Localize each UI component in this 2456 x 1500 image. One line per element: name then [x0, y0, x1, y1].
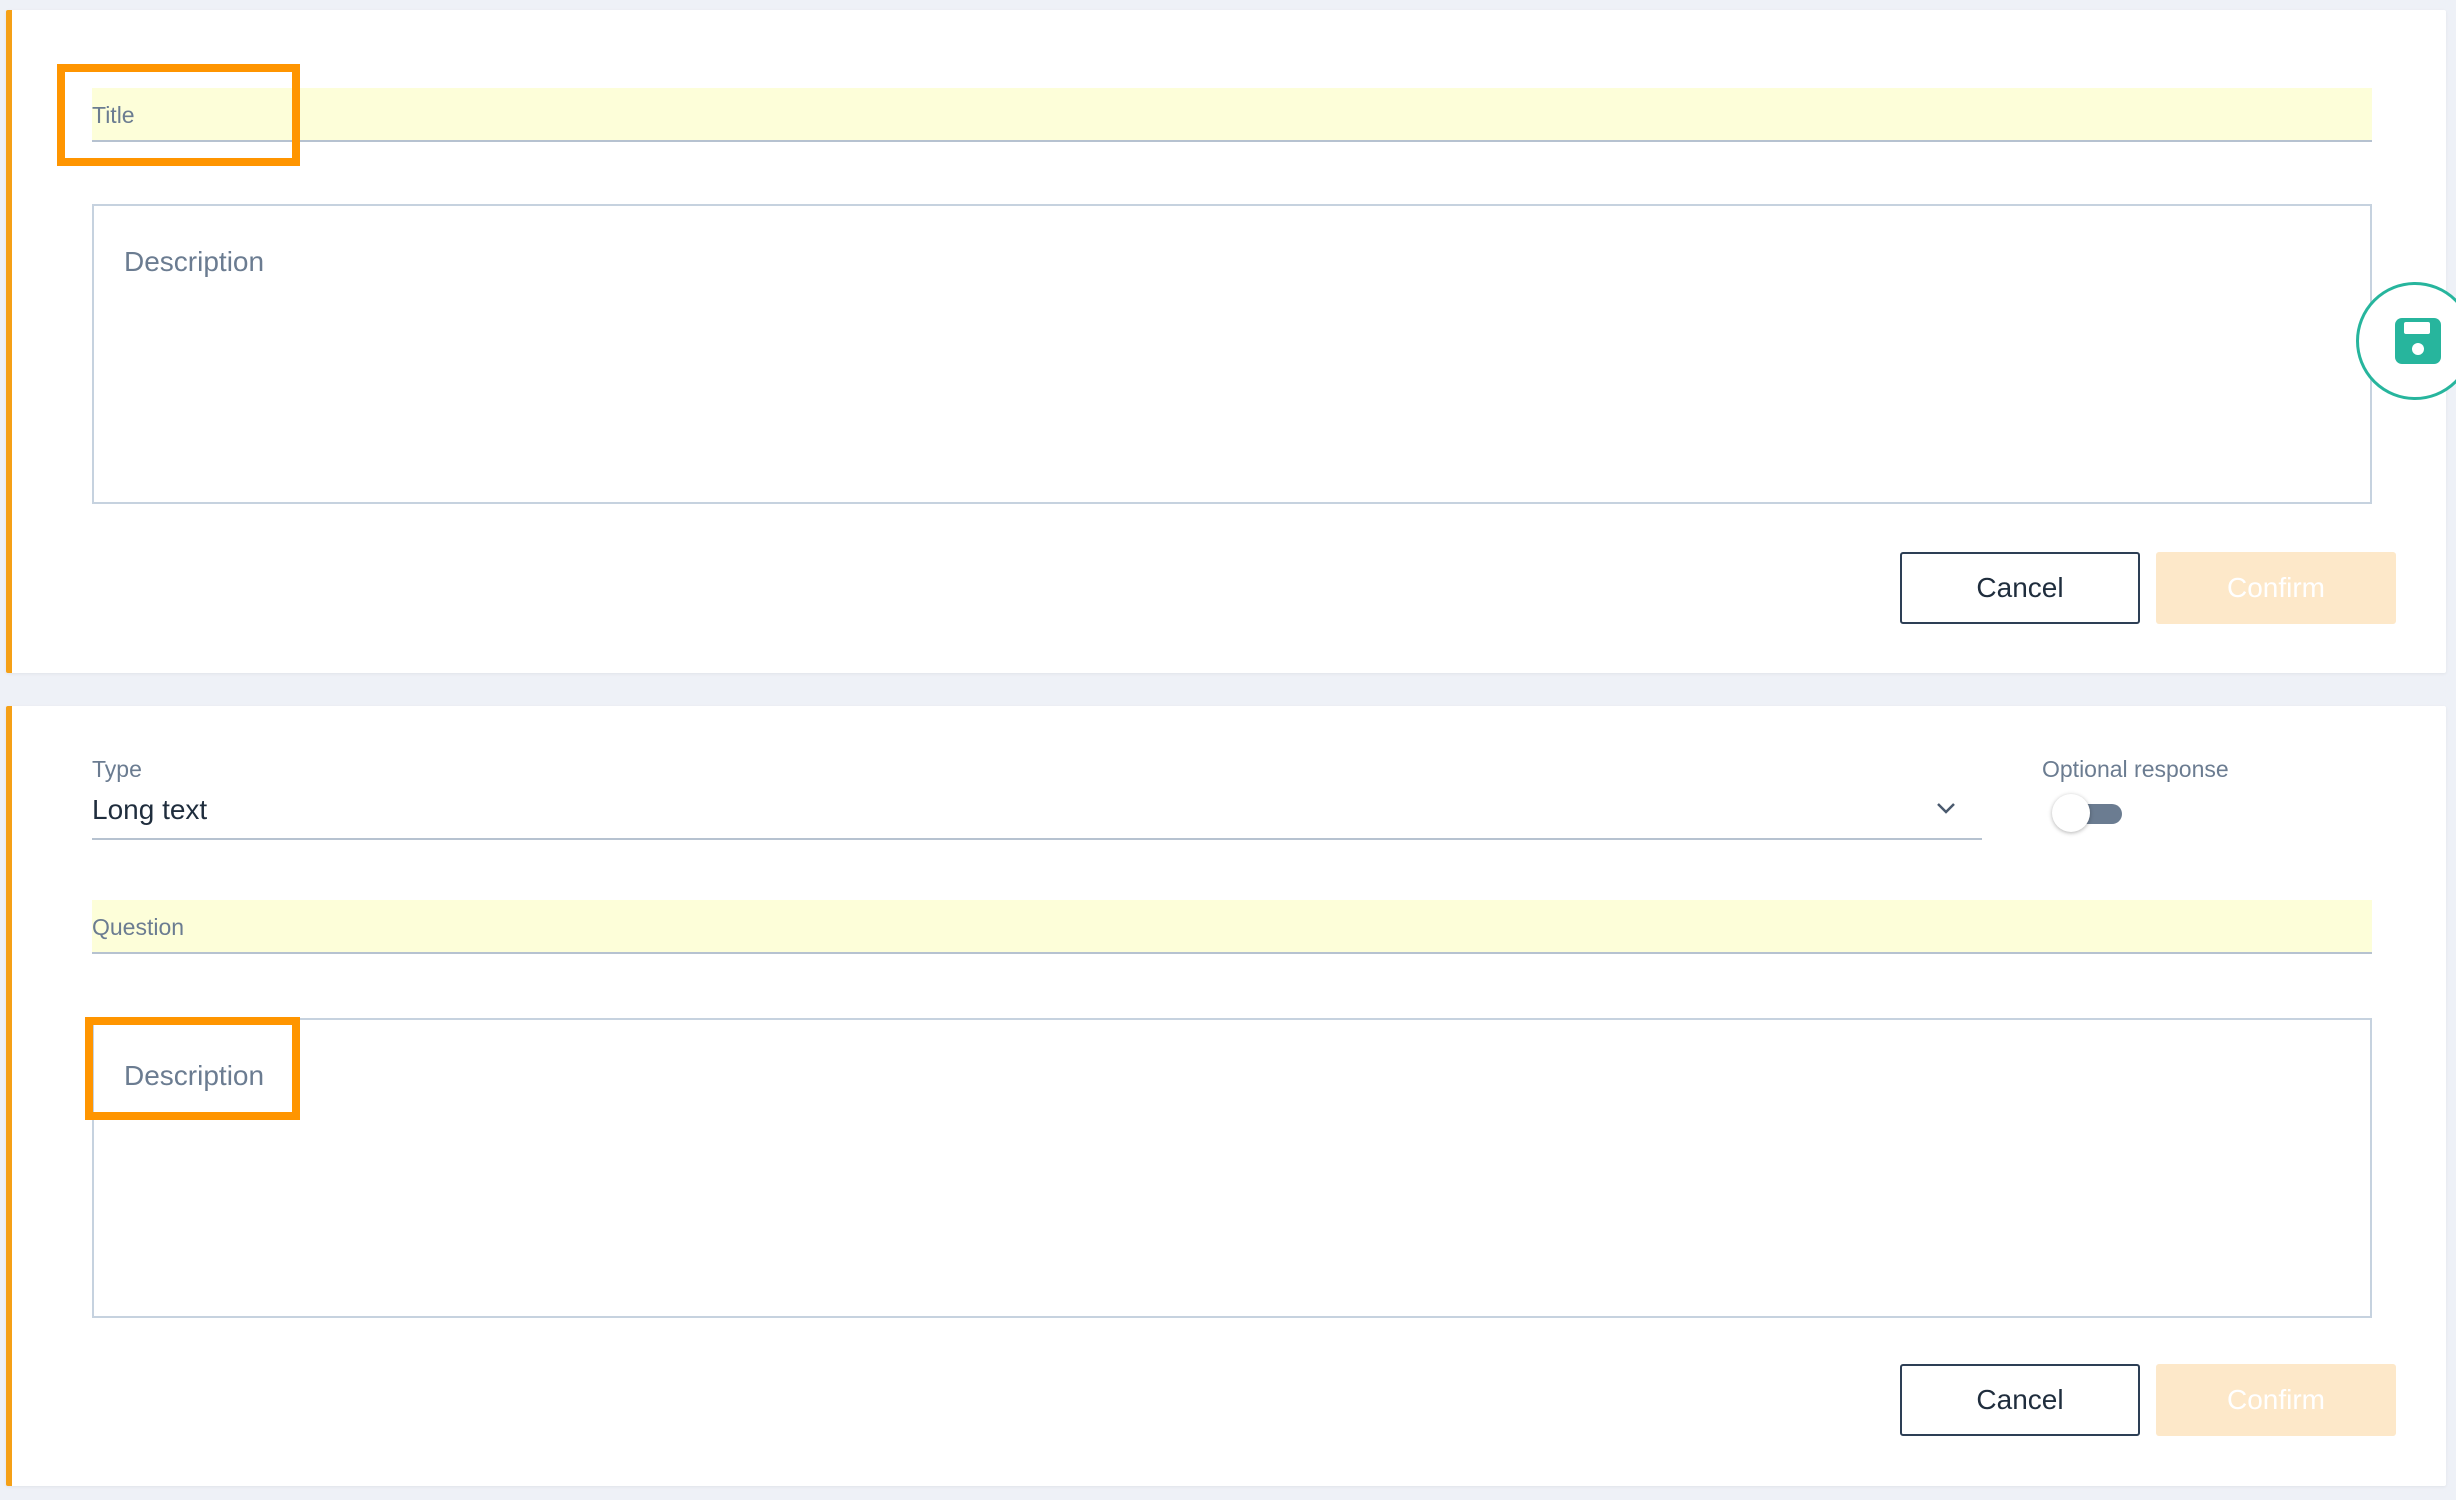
save-icon	[2395, 318, 2441, 364]
question-card: Type Long text Optional response Questio…	[6, 706, 2446, 1486]
question-confirm-button[interactable]: Confirm	[2156, 1364, 2396, 1436]
type-value: Long text	[92, 794, 208, 825]
description-placeholder: Description	[124, 246, 265, 277]
question-description-textarea[interactable]: Description	[92, 1018, 2372, 1318]
question-cancel-button[interactable]: Cancel	[1900, 1364, 2140, 1436]
type-label: Type	[92, 756, 142, 782]
description-textarea[interactable]: Description	[92, 204, 2372, 504]
title-highlight-box	[57, 64, 300, 166]
title-card: Title Description Cancel Confirm	[6, 10, 2446, 673]
description-highlight-box	[85, 1017, 300, 1120]
question-label: Question	[92, 914, 185, 940]
question-field[interactable]: Question	[92, 900, 2372, 954]
cancel-button[interactable]: Cancel	[1900, 552, 2140, 624]
optional-response-toggle[interactable]	[2052, 794, 2128, 834]
optional-response-label: Optional response	[2042, 756, 2229, 782]
confirm-button[interactable]: Confirm	[2156, 552, 2396, 624]
chevron-down-icon	[1937, 803, 1955, 814]
title-field[interactable]: Title	[92, 88, 2372, 142]
toggle-thumb	[2052, 794, 2090, 832]
type-select[interactable]: Long text	[92, 788, 1982, 840]
